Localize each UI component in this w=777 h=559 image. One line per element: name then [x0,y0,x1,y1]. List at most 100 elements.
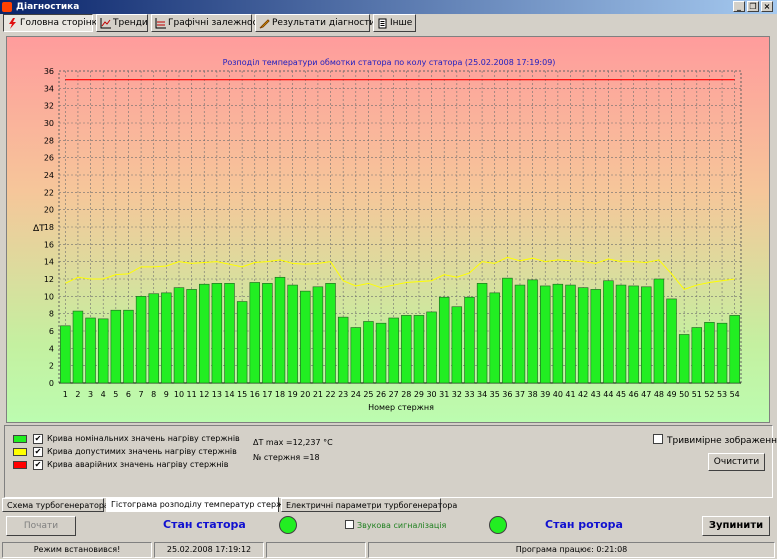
close-button[interactable]: × [761,1,773,12]
legend-label: Крива номінальних значень нагріву стержн… [47,434,240,443]
tab-rod-histogram[interactable]: Гістограма розподілу температур стержнів [106,497,295,512]
x-tick-label: 18 [275,390,285,399]
bar [388,317,399,384]
y-tick-label: 30 [44,119,54,128]
x-tick-label: 27 [389,390,399,399]
x-tick-label: 54 [730,390,740,399]
tab-graphs[interactable]: Графічні залежності [151,14,265,32]
start-button[interactable]: Почати [6,516,76,536]
tab-label: Результати діагностики [272,18,387,28]
control-row: Почати Стан статора Звукова сигналізація… [0,513,777,539]
x-tick-label: 1 [63,390,68,399]
bar [666,298,677,384]
bar [123,309,134,384]
x-tick-label: 6 [126,390,131,399]
lightning-icon [9,18,16,29]
stop-button[interactable]: Зупинити [702,516,770,536]
x-tick-label: 20 [300,390,310,399]
allowed-values-line [65,256,735,290]
y-tick-label: 0 [49,379,54,388]
y-tick-label: 2 [49,362,54,371]
x-tick-label: 21 [313,390,323,399]
status-empty-pane [266,542,366,558]
restore-button[interactable]: ❐ [747,1,759,12]
clear-button[interactable]: Очистити [708,453,765,471]
bar [628,285,639,384]
bar [603,280,614,384]
legend-checkbox[interactable]: ✔ [33,434,43,444]
y-axis-label: ΔT [33,224,45,234]
document-icon [378,18,387,29]
legend-swatch [13,435,27,443]
y-tick-label: 26 [44,154,54,163]
x-tick-label: 2 [75,390,80,399]
x-axis-label: Номер стержня [368,403,434,412]
bar [451,306,463,384]
bar [552,283,564,384]
bar [653,278,665,384]
status-runtime: Програма працює: 0:21:08 [368,542,775,558]
bar [413,315,425,384]
legend-panel: ✔ Крива номінальних значень нагріву стер… [4,425,777,498]
y-tick-label: 6 [49,327,54,336]
tab-label: Графічні залежності [168,18,266,28]
sound-alarm-toggle[interactable]: Звукова сигналізація [345,520,446,530]
x-tick-label: 28 [401,390,411,399]
tab-trends[interactable]: Тренди [96,14,148,32]
x-tick-label: 37 [515,390,525,399]
bar [249,282,260,384]
bar [489,292,500,384]
tab-generator-scheme[interactable]: Схема турбогенератора [2,498,109,512]
histogram-chart: 0246810121416182022242628303234361 2 3 4 5 6 7… [33,58,742,412]
app-icon [2,2,12,12]
bar [565,284,576,384]
bar [161,292,172,384]
y-tick-label: 10 [44,292,54,301]
x-tick-label: 3 [88,390,93,399]
tab-other[interactable]: Інше [373,14,416,32]
status-bar: Режим встановився! 25.02.2008 17:19:12 П… [0,541,777,559]
stator-status-label: Стан статора [163,518,246,531]
legend-checkbox[interactable]: ✔ [33,447,43,457]
x-tick-label: 30 [426,390,436,399]
y-tick-label: 24 [44,171,54,180]
x-tick-label: 25 [363,390,373,399]
y-tick-label: 28 [44,136,54,145]
bar [199,283,210,384]
x-tick-label: 8 [151,390,156,399]
x-tick-label: 43 [591,390,601,399]
tab-electrical-parameters[interactable]: Електричні параметри турбогенератора [281,498,457,512]
bar [312,286,324,384]
bar [211,283,223,384]
x-tick-label: 48 [654,390,664,399]
x-tick-label: 42 [578,390,588,399]
x-tick-label: 38 [528,390,538,399]
bar [438,296,450,384]
tab-main-page[interactable]: Головна сторінка [3,14,103,32]
bar [262,283,273,384]
minimize-button[interactable]: _ [733,1,745,12]
bar [678,334,690,384]
x-tick-label: 5 [113,390,118,399]
bar [110,309,122,384]
bar [274,276,286,384]
sound-alarm-checkbox[interactable] [345,520,354,529]
x-tick-label: 19 [288,390,298,399]
x-tick-label: 47 [641,390,651,399]
bar [464,296,475,384]
bar [615,284,627,384]
rotor-status-label: Стан ротора [545,518,623,531]
bar [590,289,601,384]
x-tick-label: 26 [376,390,386,399]
tab-diagnostics-results[interactable]: Результати діагностики [255,14,387,32]
bar [691,327,703,384]
three-d-checkbox[interactable] [653,434,663,444]
bar [641,286,652,384]
x-tick-label: 29 [414,390,424,399]
bar [729,315,740,384]
bar [476,283,488,384]
legend-checkbox[interactable]: ✔ [33,460,43,470]
x-tick-label: 40 [553,390,563,399]
chart-panel: 0 2 4 6 8 10 12 14 16 18 20 22 24 26 28 30 32 34 36 1 2 3 4 5 6 7… [6,36,770,423]
three-d-toggle[interactable]: Тривимірне зображення [653,434,777,446]
